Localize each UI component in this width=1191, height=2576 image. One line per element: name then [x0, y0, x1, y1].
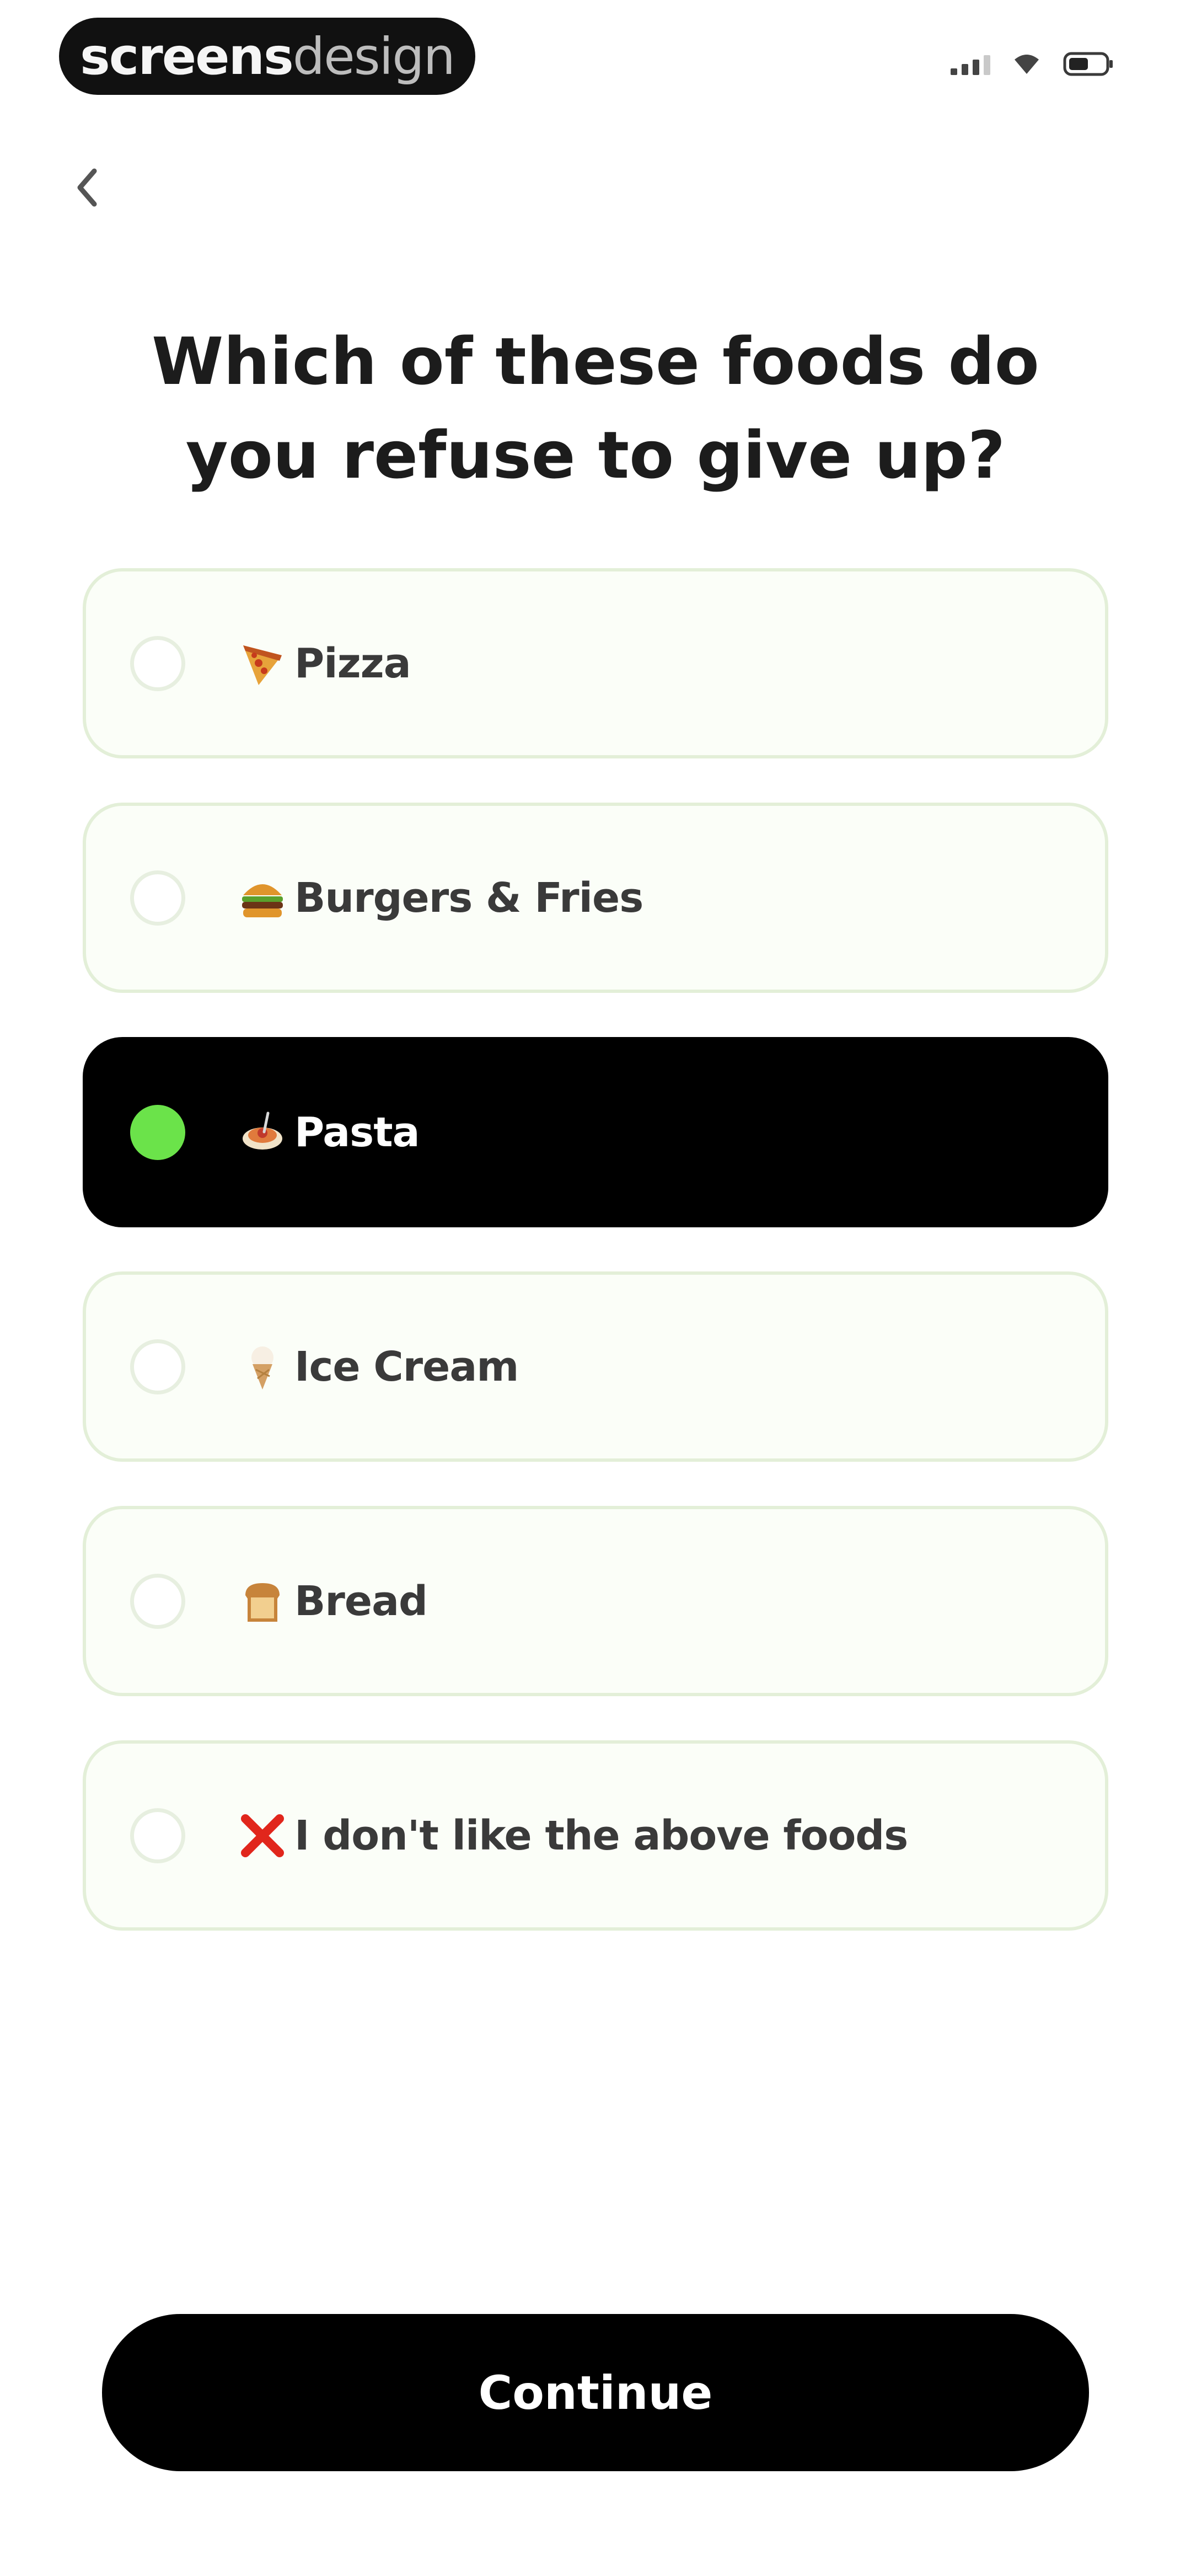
- option-bread[interactable]: Bread: [83, 1506, 1108, 1696]
- brand-text-bold: screens: [80, 26, 294, 86]
- option-ice-cream[interactable]: Ice Cream: [83, 1271, 1108, 1462]
- chevron-left-icon: [77, 168, 97, 207]
- back-button[interactable]: [65, 160, 109, 215]
- cross-mark-icon: [235, 1808, 290, 1863]
- option-pizza[interactable]: Pizza: [83, 568, 1108, 758]
- radio-button-selected[interactable]: [130, 1104, 185, 1160]
- option-label: I don't like the above foods: [294, 1811, 908, 1859]
- question-title: Which of these foods do you refuse to gi…: [152, 323, 1039, 493]
- battery-icon: [1063, 51, 1114, 77]
- options-list: Pizza Burgers & Fries Pasta Ice Cream Br…: [83, 568, 1108, 1975]
- brand-text-light: design: [292, 26, 455, 86]
- continue-button[interactable]: Continue: [102, 2314, 1089, 2471]
- radio-button[interactable]: [130, 635, 185, 691]
- option-label: Pizza: [294, 639, 411, 687]
- option-label: Burgers & Fries: [294, 874, 643, 922]
- wifi-icon: [1011, 52, 1042, 76]
- option-pasta[interactable]: Pasta: [83, 1037, 1108, 1227]
- radio-button[interactable]: [130, 1573, 185, 1629]
- option-none[interactable]: I don't like the above foods: [83, 1740, 1108, 1931]
- screen: screens design Which of these foods do yo…: [0, 0, 1191, 2576]
- option-label: Bread: [294, 1577, 428, 1625]
- option-label: Ice Cream: [294, 1343, 519, 1391]
- pasta-icon: [235, 1105, 290, 1160]
- radio-button[interactable]: [130, 870, 185, 926]
- bread-icon: [235, 1574, 290, 1629]
- ice-cream-icon: [235, 1339, 290, 1394]
- radio-button[interactable]: [130, 1808, 185, 1863]
- option-burgers-fries[interactable]: Burgers & Fries: [83, 803, 1108, 993]
- burger-icon: [235, 870, 290, 926]
- cellular-signal-icon: [951, 53, 990, 75]
- brand-badge: screens design: [59, 18, 475, 95]
- pizza-icon: [235, 636, 290, 691]
- status-bar: [951, 51, 1114, 77]
- radio-button[interactable]: [130, 1339, 185, 1394]
- option-label: Pasta: [294, 1108, 420, 1156]
